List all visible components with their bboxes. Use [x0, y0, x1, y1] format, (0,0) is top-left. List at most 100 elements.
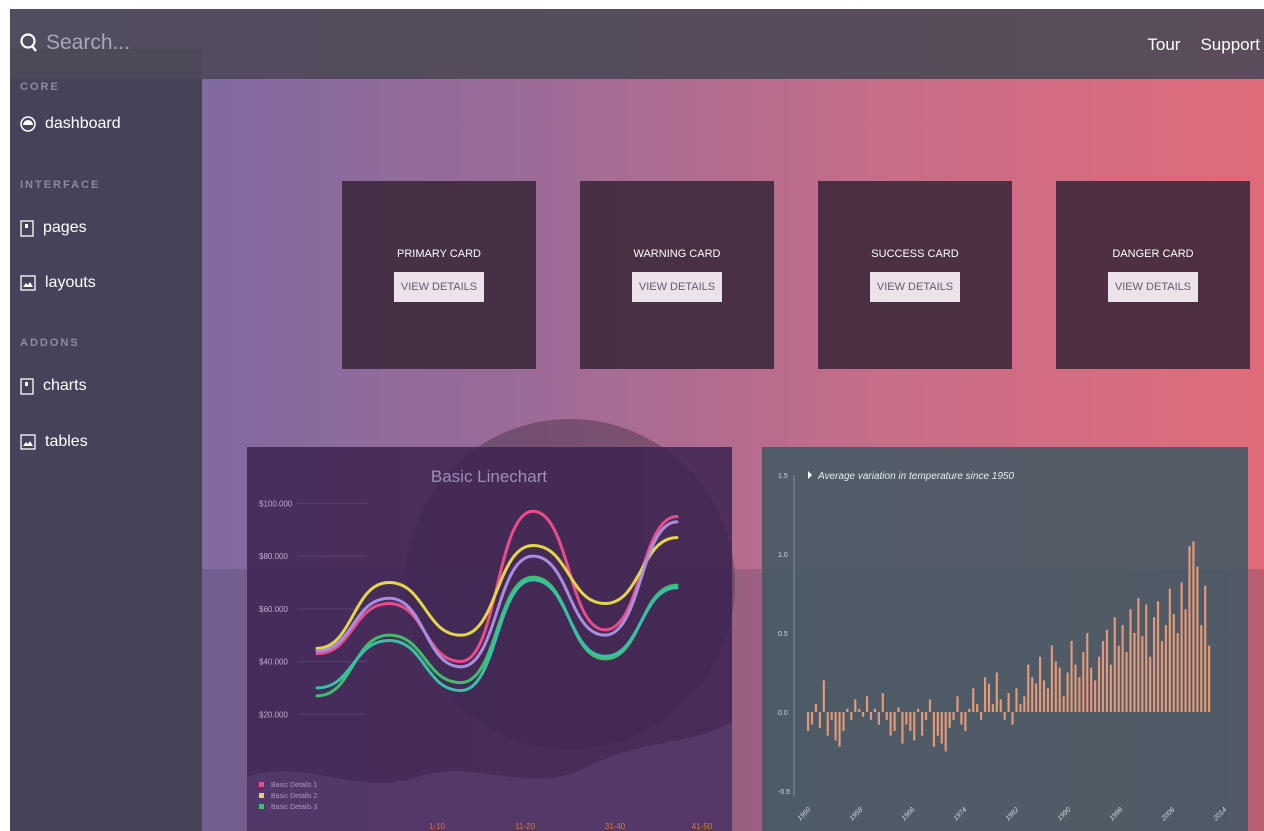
sidebar-item-pages[interactable]: pages: [20, 219, 87, 237]
chart-title: Average variation in temperature since 1…: [817, 471, 1014, 482]
bar: [1105, 629, 1108, 712]
bar: [999, 699, 1002, 712]
bar: [921, 712, 924, 736]
chart-title: Basic Linechart: [431, 467, 548, 486]
legend-swatch: [259, 793, 264, 798]
bar: [854, 699, 857, 712]
y-tick-label: $100.000: [259, 499, 293, 508]
bar: [1074, 664, 1077, 712]
bar: [1188, 546, 1191, 712]
legend-label: Basic Details 3: [271, 804, 317, 811]
x-tick-label: 2006: [1160, 806, 1177, 823]
bar: [1137, 598, 1140, 712]
image-icon: [20, 275, 36, 291]
bar: [936, 712, 939, 736]
bar: [1208, 645, 1211, 712]
x-tick-label: 1950: [796, 806, 812, 822]
sidebar-item-layouts[interactable]: layouts: [20, 274, 96, 292]
bar: [976, 704, 979, 712]
bar: [928, 699, 932, 712]
bar: [1180, 582, 1183, 712]
bar: [1156, 601, 1160, 712]
bar: [1129, 609, 1132, 712]
sidebar-item-charts[interactable]: charts: [20, 377, 87, 395]
sidebar-item-label: dashboard: [45, 115, 121, 132]
decorative-wave: [247, 722, 732, 831]
sidebar-section-addons: ADDONS: [20, 337, 80, 349]
bar: [842, 712, 845, 731]
card-title: PRIMARY CARD: [397, 248, 481, 260]
bar-chart: 1.5 1.0 0.5 0.0 -0.5 Average variation in tem…: [778, 471, 1229, 823]
bar: [1062, 696, 1065, 712]
x-tick-label: 1966: [900, 806, 916, 822]
bar: [1066, 672, 1069, 712]
legend-swatch: [259, 804, 264, 809]
sidebar-item-tables[interactable]: tables: [20, 433, 88, 451]
search-box[interactable]: Search...: [20, 31, 130, 55]
danger-card: DANGER CARD VIEW DETAILS: [1056, 181, 1250, 369]
y-tick-label: 0.0: [778, 710, 788, 717]
bar: [1038, 656, 1042, 712]
bar: [1019, 704, 1022, 712]
x-tick-label: 1958: [848, 806, 864, 822]
bar: [980, 712, 983, 720]
bar: [987, 683, 991, 712]
nav-link-tour[interactable]: Tour: [1147, 35, 1180, 55]
bar: [1058, 667, 1061, 712]
x-tick-label: 11-20: [515, 822, 535, 831]
legend-label: Basic Details 1: [271, 782, 317, 789]
x-tick-label: 41-50: [692, 822, 713, 831]
view-details-button[interactable]: VIEW DETAILS: [869, 272, 961, 302]
bar: [1168, 588, 1171, 712]
bar: [991, 704, 994, 712]
bar: [1121, 625, 1124, 712]
bar: [889, 712, 892, 736]
bar: [1145, 604, 1148, 712]
view-details-button[interactable]: VIEW DETAILS: [393, 272, 485, 302]
sidebar-item-label: layouts: [45, 274, 96, 291]
bar: [1035, 683, 1038, 712]
y-tick-label: 1.0: [778, 552, 788, 559]
bar: [807, 712, 810, 731]
search-input[interactable]: Search...: [46, 31, 130, 55]
line-chart-panel: Basic Linechart $100.000 $80.000 $60.000 $40…: [247, 447, 732, 831]
bar: [901, 712, 904, 744]
search-icon: [20, 33, 37, 52]
bar: [1192, 541, 1195, 712]
view-details-button[interactable]: VIEW DETAILS: [1107, 272, 1199, 302]
bar: [995, 672, 998, 712]
y-tick-label: $20.000: [259, 710, 288, 719]
bar: [838, 712, 841, 747]
bar: [932, 712, 935, 747]
bar: [858, 708, 861, 712]
bar: [964, 712, 967, 731]
bar: [865, 696, 869, 712]
bar: [1078, 677, 1081, 712]
card-title: DANGER CARD: [1112, 248, 1194, 260]
sidebar-item-dashboard[interactable]: dashboard: [20, 115, 121, 133]
bar: [1164, 625, 1167, 712]
sidebar: CORE dashboard INTERFACE pages layouts A…: [10, 49, 202, 831]
image-icon: [20, 434, 36, 450]
bar: [814, 704, 818, 712]
view-details-button[interactable]: VIEW DETAILS: [631, 272, 723, 302]
bar: [956, 696, 959, 712]
bar: [1046, 688, 1050, 712]
bar: [818, 712, 821, 728]
bar: [822, 680, 825, 712]
bar: [1090, 667, 1093, 712]
bar: [1184, 609, 1187, 712]
x-tick-label: 31-40: [605, 822, 626, 831]
bar: [944, 712, 947, 752]
top-bar: Search... Tour Support: [10, 9, 1264, 79]
bar: [1204, 585, 1207, 712]
bar: [1015, 688, 1018, 712]
nav-link-support[interactable]: Support: [1200, 35, 1260, 55]
sidebar-item-label: pages: [43, 219, 87, 236]
bar: [810, 712, 814, 725]
page-icon: [20, 219, 34, 237]
bar: [1082, 651, 1085, 712]
y-tick-label: $80.000: [259, 552, 288, 561]
bar: [1109, 664, 1112, 712]
bar: [830, 712, 833, 720]
